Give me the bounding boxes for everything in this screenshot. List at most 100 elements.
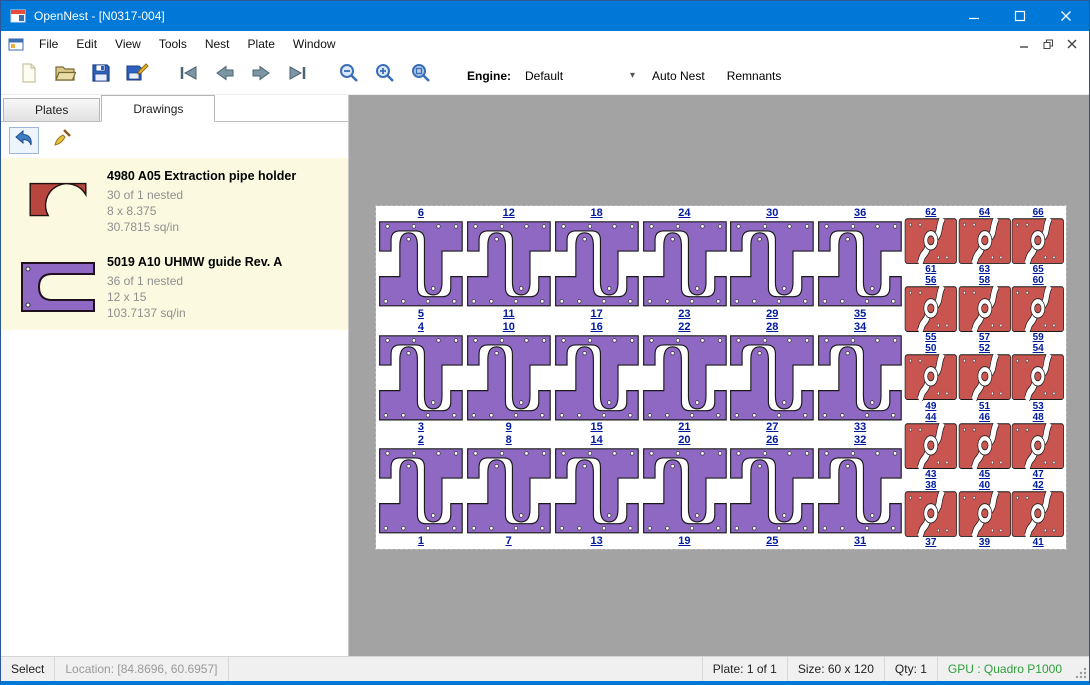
red-part-pair[interactable]: 48 47 — [1011, 412, 1065, 480]
menu-plate[interactable]: Plate — [239, 31, 284, 57]
zoom-out-button[interactable] — [331, 60, 367, 92]
mdi-restore-button[interactable] — [1036, 35, 1060, 53]
last-plate-button[interactable] — [279, 60, 315, 92]
previous-plate-button[interactable] — [207, 60, 243, 92]
title-bar: OpenNest - [N0317-004] — [1, 1, 1089, 31]
part-number: 59 — [1011, 332, 1065, 343]
part-number: 43 — [904, 469, 958, 480]
part-number: 63 — [958, 264, 1012, 275]
menu-view[interactable]: View — [106, 31, 150, 57]
nest-canvas[interactable]: 6 512 1118 1724 2330 2936 35 4 — [349, 95, 1089, 656]
purple-part-pair[interactable]: 14 13 — [553, 434, 641, 548]
menu-edit[interactable]: Edit — [67, 31, 106, 57]
purple-part-pair[interactable]: 10 9 — [465, 321, 553, 435]
main-area: Plates Drawings — [1, 95, 1089, 656]
mdi-document-icon[interactable] — [8, 37, 24, 52]
purple-part-pair[interactable]: 28 27 — [728, 321, 816, 435]
resize-grip[interactable] — [1072, 657, 1089, 681]
part-number: 55 — [904, 332, 958, 343]
red-part-pair[interactable]: 66 65 — [1011, 207, 1065, 275]
part-shape — [465, 334, 553, 422]
part-shape — [816, 220, 904, 308]
part-number: 16 — [553, 321, 641, 334]
part-number: 50 — [904, 343, 958, 354]
purple-part-pair[interactable]: 18 17 — [553, 207, 641, 321]
purple-part-pair[interactable]: 24 23 — [641, 207, 729, 321]
mdi-close-button[interactable] — [1060, 35, 1084, 53]
previous-arrow-icon — [214, 64, 236, 87]
new-button[interactable] — [11, 60, 47, 92]
status-qty: Qty: 1 — [884, 657, 937, 681]
menu-file[interactable]: File — [30, 31, 67, 57]
auto-nest-button[interactable]: Auto Nest — [641, 61, 716, 91]
menu-tools[interactable]: Tools — [150, 31, 196, 57]
purple-part-pair[interactable]: 20 19 — [641, 434, 729, 548]
purple-part-pair[interactable]: 16 15 — [553, 321, 641, 435]
part-shape — [377, 334, 465, 422]
part-number: 2 — [377, 434, 465, 447]
tab-drawings[interactable]: Drawings — [101, 95, 215, 122]
next-plate-button[interactable] — [243, 60, 279, 92]
part-number: 23 — [641, 308, 729, 321]
red-part-pair[interactable]: 40 39 — [958, 480, 1012, 548]
red-part-pair[interactable]: 64 63 — [958, 207, 1012, 275]
app-window: OpenNest - [N0317-004] File Edit View To… — [0, 0, 1090, 685]
clean-button[interactable] — [47, 127, 77, 154]
purple-part-pair[interactable]: 12 11 — [465, 207, 553, 321]
part-number: 46 — [958, 412, 1012, 423]
purple-part-pair[interactable]: 26 25 — [728, 434, 816, 548]
part-shape — [1011, 286, 1065, 332]
save-button[interactable] — [83, 60, 119, 92]
plate[interactable]: 6 512 1118 1724 2330 2936 35 4 — [376, 206, 1066, 549]
purple-part-pair[interactable]: 22 21 — [641, 321, 729, 435]
part-number: 48 — [1011, 412, 1065, 423]
purple-part-pair[interactable]: 4 3 — [377, 321, 465, 435]
purple-part-pair[interactable]: 2 1 — [377, 434, 465, 548]
zoom-fit-button[interactable] — [403, 60, 439, 92]
mdi-minimize-button[interactable] — [1012, 35, 1036, 53]
zoom-in-button[interactable] — [367, 60, 403, 92]
part-number: 37 — [904, 537, 958, 548]
purple-part-pair[interactable]: 6 5 — [377, 207, 465, 321]
red-part-pair[interactable]: 62 61 — [904, 207, 958, 275]
red-part-pair[interactable]: 56 55 — [904, 275, 958, 343]
part-number: 4 — [377, 321, 465, 334]
minimize-button[interactable] — [951, 1, 997, 31]
mdi-window-controls — [1012, 35, 1089, 53]
open-button[interactable] — [47, 60, 83, 92]
purple-part-pair[interactable]: 30 29 — [728, 207, 816, 321]
red-part-pair[interactable]: 44 43 — [904, 412, 958, 480]
part-shape — [377, 220, 465, 308]
drawing-item-extraction-pipe-holder[interactable]: 4980 A05 Extraction pipe holder 30 of 1 … — [1, 158, 348, 244]
close-button[interactable] — [1043, 1, 1089, 31]
drawing-item-uhmw-guide[interactable]: 5019 A10 UHMW guide Rev. A 36 of 1 neste… — [1, 244, 348, 330]
red-part-pair[interactable]: 42 41 — [1011, 480, 1065, 548]
red-part-pair[interactable]: 38 37 — [904, 480, 958, 548]
menu-nest[interactable]: Nest — [196, 31, 239, 57]
part-thumbnail — [9, 174, 107, 228]
first-plate-button[interactable] — [171, 60, 207, 92]
purple-grid: 6 512 1118 1724 2330 2936 35 4 — [377, 207, 904, 548]
purple-part-pair[interactable]: 32 31 — [816, 434, 904, 548]
red-part-pair[interactable]: 58 57 — [958, 275, 1012, 343]
menu-window[interactable]: Window — [284, 31, 345, 57]
red-part-pair[interactable]: 54 53 — [1011, 343, 1065, 411]
tab-plates[interactable]: Plates — [3, 98, 100, 121]
red-part-pair[interactable]: 46 45 — [958, 412, 1012, 480]
part-number: 11 — [465, 308, 553, 321]
part-number: 22 — [641, 321, 729, 334]
maximize-button[interactable] — [997, 1, 1043, 31]
part-shape — [553, 334, 641, 422]
purple-part-pair[interactable]: 8 7 — [465, 434, 553, 548]
purple-part-pair[interactable]: 36 35 — [816, 207, 904, 321]
red-part-pair[interactable]: 50 49 — [904, 343, 958, 411]
purple-part-pair[interactable]: 34 33 — [816, 321, 904, 435]
remnants-button[interactable]: Remnants — [716, 61, 793, 91]
engine-select[interactable]: Default ▾ — [519, 64, 641, 88]
red-part-pair[interactable]: 60 59 — [1011, 275, 1065, 343]
save-as-button[interactable] — [119, 60, 155, 92]
part-number: 42 — [1011, 480, 1065, 491]
red-part-pair[interactable]: 52 51 — [958, 343, 1012, 411]
return-parts-button[interactable] — [9, 127, 39, 154]
drawing-info: 5019 A10 UHMW guide Rev. A 36 of 1 neste… — [107, 254, 340, 321]
